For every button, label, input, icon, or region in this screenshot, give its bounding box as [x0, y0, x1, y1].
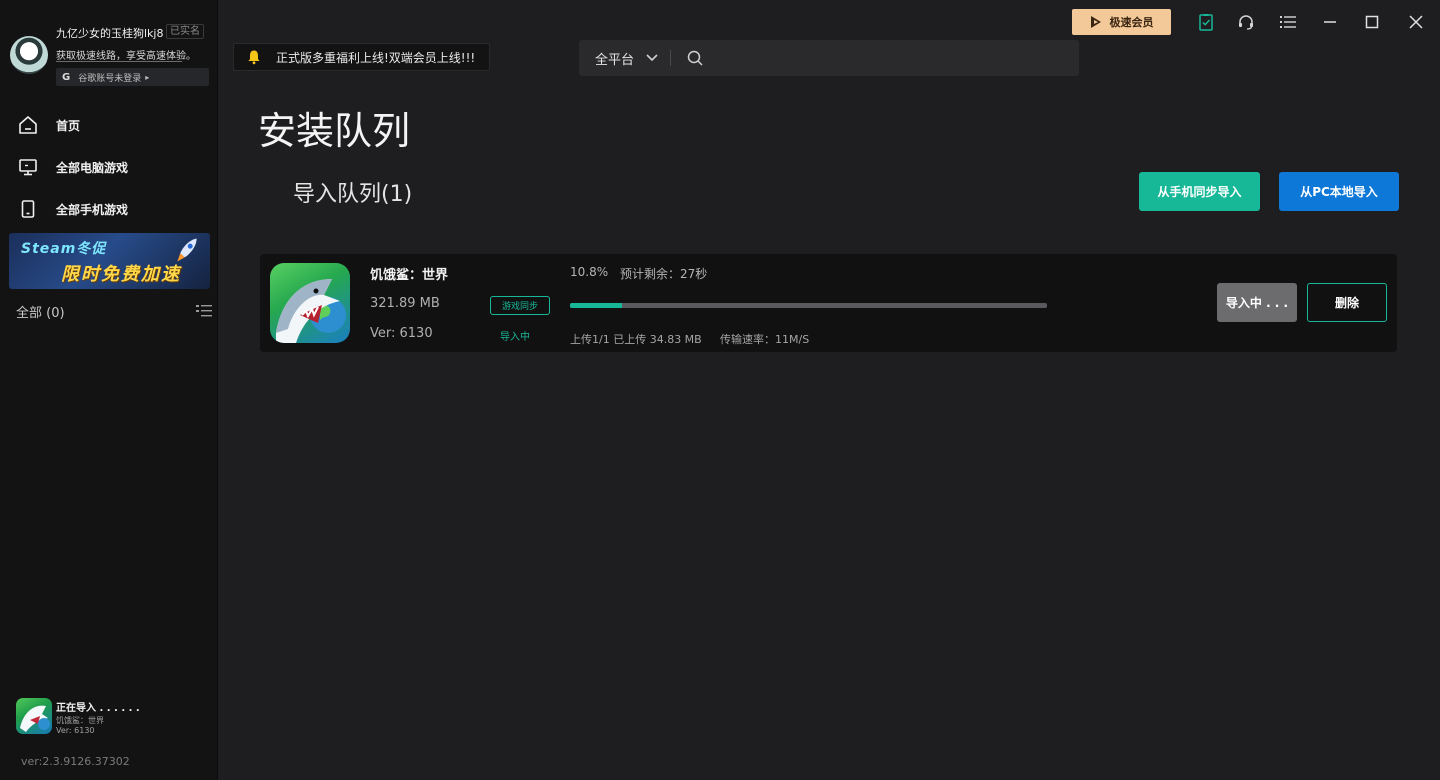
progress-fill	[570, 303, 622, 308]
sidebar-item-home[interactable]: 首页	[0, 104, 218, 146]
platform-select[interactable]: 全平台	[595, 49, 634, 68]
vip-label: 极速会员	[1109, 16, 1154, 29]
promo-underline	[56, 61, 182, 62]
importing-button[interactable]: 导入中 . . .	[1217, 283, 1297, 322]
game-sync-tag: 游戏同步	[490, 296, 550, 315]
search-bar: 全平台	[579, 40, 1079, 76]
filter-all-label[interactable]: 全部 (0)	[16, 306, 65, 321]
clipboard-check-icon	[1199, 14, 1213, 31]
steam-sale-banner[interactable]: Steam冬促 限时免费加速	[9, 233, 210, 289]
support-button[interactable]	[1234, 10, 1258, 34]
game-version: Ver: 6130	[370, 326, 433, 341]
verified-badge: 已实名	[166, 24, 204, 39]
sidebar-item-label: 首页	[56, 118, 81, 133]
list-menu-icon	[1280, 16, 1296, 28]
caret-right-icon: ▸	[145, 72, 150, 82]
banner-subtitle: 限时免费加速	[61, 264, 181, 285]
divider	[670, 50, 672, 66]
vip-button[interactable]: 极速会员	[1072, 9, 1171, 35]
game-thumbnail	[16, 698, 52, 734]
banner-title: Steam冬促	[21, 241, 107, 257]
game-name: 饥饿鲨：世界	[370, 268, 449, 283]
bell-icon	[248, 50, 260, 65]
chevron-down-icon[interactable]	[646, 54, 658, 62]
sync-from-phone-button[interactable]: 从手机同步导入	[1139, 172, 1260, 211]
progress-percent: 10.8%	[570, 265, 609, 279]
maximize-icon	[1365, 15, 1379, 29]
time-remaining: 预计剩余：27秒	[620, 267, 708, 281]
now-importing-status: 正在导入 . . . . . .	[56, 703, 140, 714]
sidebar-item-label: 全部手机游戏	[56, 202, 129, 217]
phone-icon	[18, 199, 38, 219]
google-login-label: 谷歌账号未登录	[78, 73, 142, 84]
page-title: 安装队列	[258, 109, 411, 153]
sidebar-nav: 首页 全部电脑游戏 全部手机游戏	[0, 104, 218, 230]
queue-item: 饥饿鲨：世界 321.89 MB Ver: 6130 游戏同步 导入中 10.8…	[260, 254, 1397, 352]
queue-title: 导入队列(1)	[293, 182, 413, 207]
list-view-icon[interactable]	[196, 304, 212, 318]
import-from-pc-button[interactable]: 从PC本地导入	[1279, 172, 1399, 211]
user-profile[interactable]: 九亿少女的玉桂狗lkj8 已实名 获取极速线路，享受高速体验。 G 谷歌账号未登…	[10, 22, 210, 88]
minimize-icon	[1324, 21, 1336, 23]
avatar[interactable]	[10, 36, 48, 74]
now-importing-game: 饥饿鲨：世界	[56, 716, 104, 725]
progress-bar	[570, 303, 1047, 308]
game-icon	[270, 263, 350, 343]
google-login-button[interactable]: G 谷歌账号未登录 ▸	[56, 68, 209, 86]
delete-button[interactable]: 删除	[1307, 283, 1387, 322]
promo-link[interactable]: 获取极速线路，享受高速体验。	[56, 47, 196, 62]
maximize-button[interactable]	[1360, 10, 1384, 34]
menu-button[interactable]	[1276, 10, 1300, 34]
upload-status: 上传1/1 已上传 34.83 MB	[570, 333, 702, 346]
transfer-speed: 传输速率：11M/S	[720, 333, 810, 346]
game-size: 321.89 MB	[370, 296, 440, 311]
search-input[interactable]	[711, 50, 1052, 66]
close-icon	[1409, 15, 1423, 29]
sidebar-item-pc-games[interactable]: 全部电脑游戏	[0, 146, 218, 188]
import-status-label: 导入中	[500, 332, 530, 343]
sidebar-item-label: 全部电脑游戏	[56, 160, 129, 175]
google-icon: G	[62, 71, 71, 83]
filter-row: 全部 (0)	[16, 302, 212, 321]
download-queue-button[interactable]	[1194, 10, 1218, 34]
now-importing-version: Ver: 6130	[56, 726, 95, 735]
app-version: ver:2.3.9126.37302	[21, 755, 130, 768]
search-icon[interactable]	[687, 50, 703, 66]
announcement-text: 正式版多重福利上线!双端会员上线!!!	[276, 50, 476, 65]
home-icon	[18, 115, 38, 135]
headset-icon	[1239, 15, 1253, 30]
monitor-icon	[18, 157, 38, 177]
minimize-button[interactable]	[1318, 10, 1342, 34]
username[interactable]: 九亿少女的玉桂狗lkj8	[56, 25, 163, 41]
speed-play-icon	[1090, 16, 1101, 28]
announcement-bar[interactable]: 正式版多重福利上线!双端会员上线!!!	[233, 43, 490, 71]
sidebar-item-mobile-games[interactable]: 全部手机游戏	[0, 188, 218, 230]
sidebar: 九亿少女的玉桂狗lkj8 已实名 获取极速线路，享受高速体验。 G 谷歌账号未登…	[0, 0, 218, 780]
now-importing-panel[interactable]: 正在导入 . . . . . . 饥饿鲨：世界 Ver: 6130	[16, 698, 206, 738]
close-button[interactable]	[1404, 10, 1428, 34]
